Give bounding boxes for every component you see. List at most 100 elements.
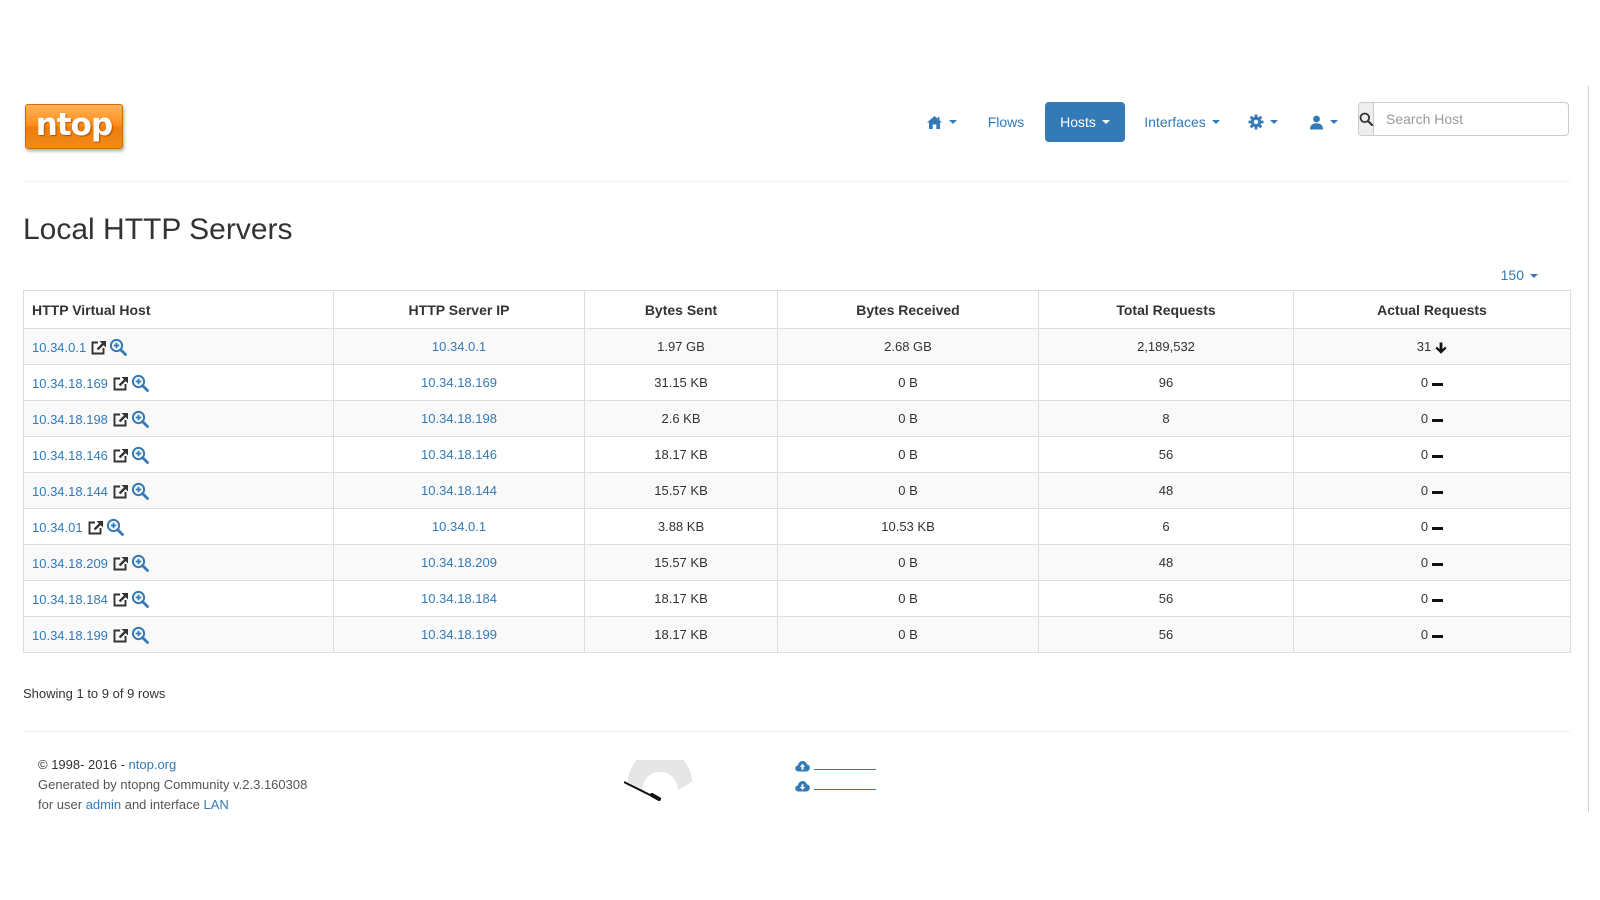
cell-server-ip: 10.34.18.198 xyxy=(333,400,585,437)
zoom-in-icon[interactable] xyxy=(131,446,149,464)
zoom-in-icon[interactable] xyxy=(109,338,128,356)
external-link-icon[interactable] xyxy=(112,448,129,464)
server-ip-link[interactable]: 10.34.18.169 xyxy=(421,375,497,390)
cell-bytes-received: 2.68 GB xyxy=(777,328,1039,365)
cell-total-requests: 56 xyxy=(1038,580,1294,617)
cell-total-requests: 56 xyxy=(1038,436,1294,473)
virtual-host-link[interactable]: 10.34.18.146 xyxy=(32,448,108,463)
chevron-down-icon xyxy=(1211,120,1220,124)
cell-bytes-received: 10.53 KB xyxy=(777,508,1039,545)
search-host-input[interactable] xyxy=(1374,103,1568,135)
actual-requests-value: 0 xyxy=(1420,410,1429,426)
external-link-icon[interactable] xyxy=(112,484,129,500)
minus-icon xyxy=(1432,454,1444,458)
http-servers-table: HTTP Virtual Host HTTP Server IP Bytes S… xyxy=(23,290,1571,653)
zoom-in-icon[interactable] xyxy=(131,626,149,644)
minus-icon xyxy=(1432,634,1444,638)
table-row: 10.34.01 10.34.0.1 3.88 KB 10.53 KB 6 0 xyxy=(23,508,1571,545)
user-icon xyxy=(1309,115,1323,129)
nav-interfaces-label: Interfaces xyxy=(1144,114,1206,130)
virtual-host-link[interactable]: 10.34.18.144 xyxy=(32,484,108,499)
external-link-icon[interactable] xyxy=(112,412,129,428)
cell-virtual-host: 10.34.18.209 xyxy=(23,544,334,581)
external-link-icon[interactable] xyxy=(112,592,129,608)
cell-server-ip: 10.34.18.199 xyxy=(333,616,585,653)
column-header-virtual-host[interactable]: HTTP Virtual Host xyxy=(23,290,334,329)
ntop-org-link[interactable]: ntop.org xyxy=(129,757,177,772)
actual-requests-value: 0 xyxy=(1420,590,1429,606)
footer-user-line: for user admin and interface LAN xyxy=(38,795,307,815)
virtual-host-link[interactable]: 10.34.18.199 xyxy=(32,628,108,643)
download-trend-line xyxy=(814,788,876,790)
cell-total-requests: 48 xyxy=(1038,544,1294,581)
nav-user-dropdown[interactable] xyxy=(1303,102,1343,142)
nav-hosts-dropdown[interactable]: Hosts xyxy=(1045,102,1125,142)
virtual-host-link[interactable]: 10.34.18.169 xyxy=(32,376,108,391)
actual-requests-value: 0 xyxy=(1420,446,1429,462)
cell-bytes-received: 0 B xyxy=(777,364,1039,401)
nav-flows[interactable]: Flows xyxy=(981,102,1031,142)
external-link-icon[interactable] xyxy=(90,340,107,356)
column-header-bytes-sent[interactable]: Bytes Sent xyxy=(584,290,778,329)
search-button[interactable] xyxy=(1359,103,1374,135)
server-ip-link[interactable]: 10.34.0.1 xyxy=(432,339,486,354)
cell-bytes-received: 0 B xyxy=(777,580,1039,617)
server-ip-link[interactable]: 10.34.18.144 xyxy=(421,483,497,498)
copyright-text: © 1998- 2016 - xyxy=(38,757,129,772)
pagination-summary: Showing 1 to 9 of 9 rows xyxy=(23,686,166,701)
chevron-down-icon xyxy=(1530,274,1538,279)
cell-bytes-sent: 3.88 KB xyxy=(584,508,778,545)
header-divider xyxy=(23,181,1570,182)
server-ip-link[interactable]: 10.34.18.146 xyxy=(421,447,497,462)
server-ip-link[interactable]: 10.34.0.1 xyxy=(432,519,486,534)
cell-bytes-sent: 15.57 KB xyxy=(584,472,778,509)
server-ip-link[interactable]: 10.34.18.199 xyxy=(421,627,497,642)
chevron-down-icon xyxy=(948,120,957,124)
zoom-in-icon[interactable] xyxy=(131,374,149,392)
nav-home-dropdown[interactable] xyxy=(920,102,962,142)
cell-bytes-sent: 2.6 KB xyxy=(584,400,778,437)
cell-total-requests: 56 xyxy=(1038,616,1294,653)
cell-actual-requests: 0 xyxy=(1293,364,1571,401)
nav-settings-dropdown[interactable] xyxy=(1243,102,1283,142)
virtual-host-link[interactable]: 10.34.01 xyxy=(32,520,83,535)
page-size-dropdown[interactable]: 150 xyxy=(1501,267,1538,283)
cell-server-ip: 10.34.18.184 xyxy=(333,580,585,617)
scrollbar-track[interactable] xyxy=(1588,86,1589,812)
cell-bytes-sent: 15.57 KB xyxy=(584,544,778,581)
virtual-host-link[interactable]: 10.34.0.1 xyxy=(32,340,86,355)
virtual-host-link[interactable]: 10.34.18.209 xyxy=(32,556,108,571)
column-header-server-ip[interactable]: HTTP Server IP xyxy=(333,290,585,329)
external-link-icon[interactable] xyxy=(112,376,129,392)
table-row: 10.34.18.146 10.34.18.146 18.17 KB 0 B 56 0 xyxy=(23,436,1571,473)
server-ip-link[interactable]: 10.34.18.209 xyxy=(421,555,497,570)
search-host-group xyxy=(1358,102,1569,136)
external-link-icon[interactable] xyxy=(87,520,104,536)
server-ip-link[interactable]: 10.34.18.198 xyxy=(421,411,497,426)
lan-interface-link[interactable]: LAN xyxy=(204,797,229,812)
zoom-in-icon[interactable] xyxy=(131,554,149,572)
cell-server-ip: 10.34.18.146 xyxy=(333,436,585,473)
column-header-bytes-received[interactable]: Bytes Received xyxy=(777,290,1039,329)
admin-user-link[interactable]: admin xyxy=(86,797,121,812)
nav-interfaces-dropdown[interactable]: Interfaces xyxy=(1134,102,1230,142)
cell-server-ip: 10.34.18.144 xyxy=(333,472,585,509)
cell-actual-requests: 0 xyxy=(1293,436,1571,473)
virtual-host-link[interactable]: 10.34.18.198 xyxy=(32,412,108,427)
zoom-in-icon[interactable] xyxy=(131,482,149,500)
column-header-total-requests[interactable]: Total Requests xyxy=(1038,290,1294,329)
zoom-in-icon[interactable] xyxy=(131,410,149,428)
external-link-icon[interactable] xyxy=(112,628,129,644)
download-sparkline xyxy=(795,776,876,796)
cell-virtual-host: 10.34.18.169 xyxy=(23,364,334,401)
cloud-upload-icon xyxy=(795,761,810,772)
cell-server-ip: 10.34.18.209 xyxy=(333,544,585,581)
cell-bytes-received: 0 B xyxy=(777,616,1039,653)
external-link-icon[interactable] xyxy=(112,556,129,572)
virtual-host-link[interactable]: 10.34.18.184 xyxy=(32,592,108,607)
column-header-actual-requests[interactable]: Actual Requests xyxy=(1293,290,1571,329)
server-ip-link[interactable]: 10.34.18.184 xyxy=(421,591,497,606)
cell-virtual-host: 10.34.18.144 xyxy=(23,472,334,509)
zoom-in-icon[interactable] xyxy=(131,590,149,608)
zoom-in-icon[interactable] xyxy=(106,518,124,536)
